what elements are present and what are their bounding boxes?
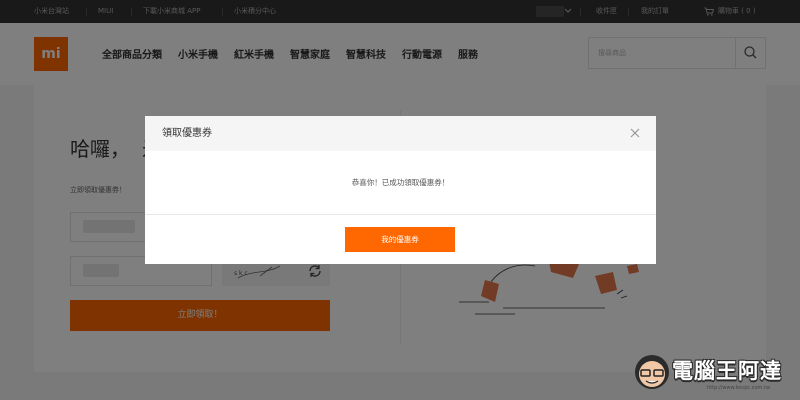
close-icon[interactable]	[629, 127, 641, 139]
dialog-header: 領取優惠券	[145, 116, 656, 151]
dialog-title: 領取優惠券	[162, 128, 212, 139]
watermark-text: 電腦王阿達	[672, 359, 782, 383]
my-coupons-button[interactable]: 我的優惠券	[345, 227, 455, 252]
dialog-divider	[145, 214, 656, 215]
coupon-dialog: 領取優惠券 恭喜你！已成功領取優惠券！ 我的優惠券	[145, 116, 656, 264]
watermark-url: http://www.kocpc.com.tw	[707, 385, 771, 391]
dialog-message: 恭喜你！已成功領取優惠券！	[351, 178, 450, 187]
